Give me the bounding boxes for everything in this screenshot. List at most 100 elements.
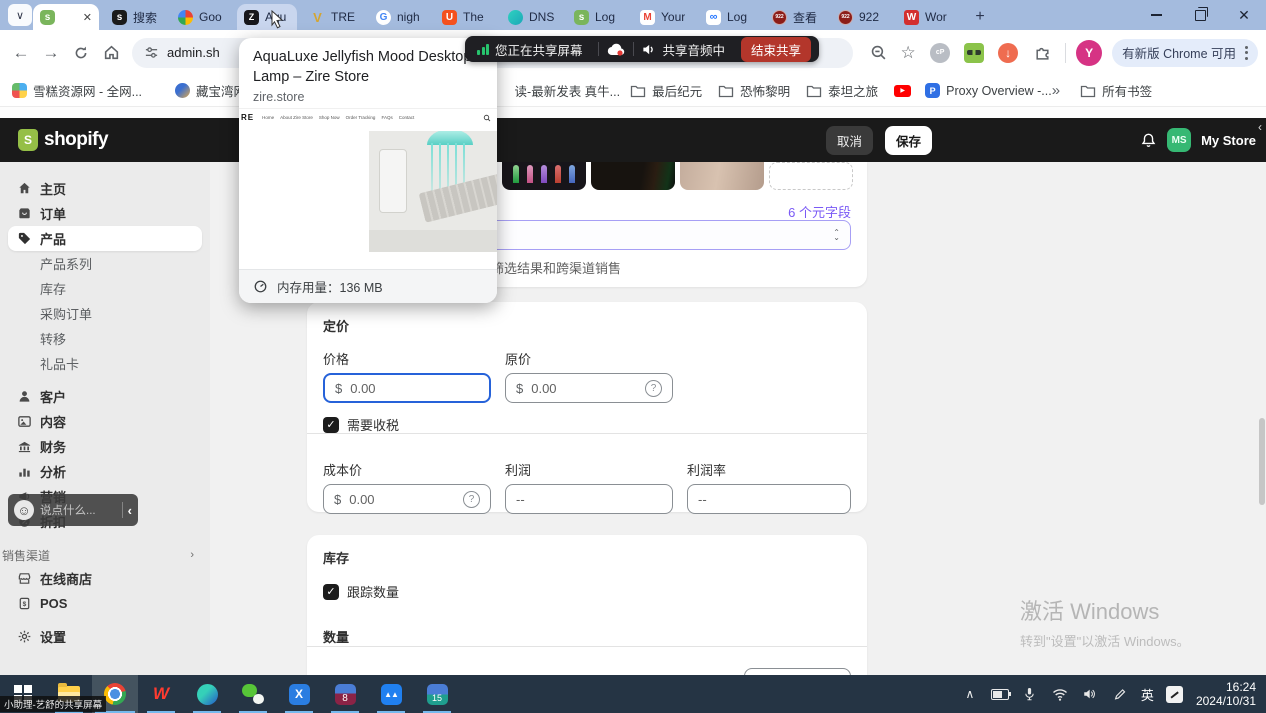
volume-icon[interactable]	[1081, 685, 1099, 703]
charge-tax-row[interactable]: ✓ 需要收税	[323, 415, 851, 434]
reload-button[interactable]	[66, 38, 96, 68]
track-quantity-row[interactable]: ✓ 跟踪数量	[323, 582, 851, 601]
sidebar-item-analytics[interactable]: 分析	[8, 459, 202, 484]
bookmark-folder-grim-dawn[interactable]: 恐怖黎明	[718, 81, 790, 100]
all-bookmarks-button[interactable]: 所有书签	[1080, 81, 1152, 100]
new-tab-button[interactable]: +	[967, 4, 993, 30]
bookmarks-overflow-button[interactable]: »	[1052, 82, 1060, 99]
tab-922-proxy[interactable]: 922	[831, 4, 891, 30]
product-media-thumbnail[interactable]	[591, 162, 675, 190]
bookmark-xuegao[interactable]: 雪糕资源网 - 全网...	[12, 81, 142, 100]
chrome-update-chip[interactable]: 有新版 Chrome 可用	[1112, 39, 1258, 67]
wifi-icon[interactable]	[1051, 685, 1069, 703]
tab-google[interactable]: Goo	[171, 4, 231, 30]
tab-close-icon[interactable]: ✕	[83, 11, 92, 24]
extension-cp[interactable]: cP	[927, 40, 953, 66]
sidebar-item-settings[interactable]: 设置	[8, 624, 202, 649]
zoom-out-button[interactable]	[863, 38, 893, 68]
sidebar-item-content[interactable]: 内容	[8, 409, 202, 434]
sales-channels-section[interactable]: 销售渠道 ›	[0, 544, 210, 566]
sidebar-item-orders[interactable]: 订单	[8, 201, 202, 226]
sidebar-item-online-store[interactable]: 在线商店	[8, 566, 202, 591]
margin-input[interactable]: --	[687, 484, 851, 514]
profile-avatar[interactable]: Y	[1076, 40, 1102, 66]
tab-night[interactable]: nigh	[369, 4, 429, 30]
help-icon[interactable]: ?	[645, 380, 662, 397]
notifications-bell-icon[interactable]	[1140, 132, 1157, 149]
cancel-button[interactable]: 取消	[826, 126, 873, 155]
taskbar-security-browser[interactable]	[184, 675, 230, 713]
help-icon[interactable]: ?	[463, 491, 480, 508]
sidebar-item-purchase-orders[interactable]: 采购订单	[0, 301, 210, 326]
bookmark-proxy-overview[interactable]: P Proxy Overview -...	[925, 83, 1052, 98]
battery-icon[interactable]	[991, 685, 1009, 703]
sidebar-item-home[interactable]: 主页	[8, 176, 202, 201]
tray-expand-chevron[interactable]: ∧	[961, 685, 979, 703]
sidebar-item-finance[interactable]: 财务	[8, 434, 202, 459]
stop-sharing-button[interactable]: 结束共享	[741, 37, 811, 62]
sidebar-item-customers[interactable]: 客户	[8, 384, 202, 409]
tab-922-view[interactable]: 查看	[765, 4, 825, 30]
sidebar-item-gift-cards[interactable]: 礼品卡	[0, 351, 210, 376]
taskbar-meeting[interactable]: ▲▲	[368, 675, 414, 713]
sidebar-item-pos[interactable]: $ POS	[8, 591, 202, 616]
sidebar-item-inventory[interactable]: 库存	[0, 276, 210, 301]
ime-language-indicator[interactable]: 英	[1141, 685, 1154, 704]
tab-word[interactable]: Wor	[897, 4, 957, 30]
bookmark-folder-titan-quest[interactable]: 泰坦之旅	[806, 81, 878, 100]
store-name[interactable]: My Store	[1201, 133, 1256, 148]
taskbar-x-app[interactable]: X	[276, 675, 322, 713]
tab-zire-aqualuxe[interactable]: Aqu	[237, 4, 297, 30]
extension-downloader[interactable]: ↓	[995, 40, 1021, 66]
product-media-thumbnail[interactable]	[502, 162, 586, 190]
tab-the[interactable]: The	[435, 4, 495, 30]
sidebar-item-products[interactable]: 产品	[8, 226, 202, 251]
checkbox-checked-icon[interactable]: ✓	[323, 584, 339, 600]
bookmark-star-button[interactable]: ☆	[893, 38, 923, 68]
microphone-icon[interactable]	[1021, 685, 1039, 703]
tab-active-shopify[interactable]: ✕	[33, 4, 99, 30]
profit-input[interactable]: --	[505, 484, 673, 514]
compare-price-input[interactable]: $ 0.00 ?	[505, 373, 673, 403]
quicker-icon[interactable]	[1166, 685, 1184, 703]
metafields-link[interactable]: 6 个元字段	[788, 202, 851, 221]
window-minimize-button[interactable]	[1134, 0, 1178, 30]
collapse-chevron-icon[interactable]: ‹	[1258, 120, 1262, 134]
home-button[interactable]	[96, 38, 126, 68]
price-input[interactable]: $ 0.00	[323, 373, 491, 403]
bookmark-folder-last-epoch[interactable]: 最后纪元	[630, 81, 702, 100]
forward-button[interactable]: →	[36, 38, 66, 68]
tab-logo-1[interactable]: Log	[567, 4, 627, 30]
sidebar-item-collections[interactable]: 产品系列	[0, 251, 210, 276]
taskbar-wechat[interactable]	[230, 675, 276, 713]
checkbox-checked-icon[interactable]: ✓	[323, 417, 339, 433]
tab-trendy[interactable]: TRE	[303, 4, 363, 30]
product-media-thumbnail[interactable]	[680, 162, 764, 190]
collapse-overlay-button[interactable]: ‹	[128, 503, 132, 518]
tab-dns[interactable]: DNS	[501, 4, 561, 30]
taskbar-clock[interactable]: 16:24 2024/10/31	[1196, 680, 1256, 708]
tab-search-dropdown-button[interactable]: ∨	[8, 4, 32, 26]
back-button[interactable]: ←	[6, 38, 36, 68]
store-avatar[interactable]: MS	[1167, 128, 1191, 152]
taskbar-calendar-15[interactable]: 15	[414, 675, 460, 713]
window-restore-button[interactable]	[1178, 0, 1222, 30]
page-scrollbar[interactable]	[1259, 418, 1265, 505]
browser-menu-icon[interactable]	[1245, 46, 1248, 60]
bookmark-du-zhenniu[interactable]: 读-最新发表 真牛...	[509, 81, 621, 100]
tab-logo-2[interactable]: Log	[699, 4, 759, 30]
quantity-input[interactable]: 0	[744, 668, 851, 675]
sidebar-item-transfers[interactable]: 转移	[0, 326, 210, 351]
save-button[interactable]: 保存	[885, 126, 932, 155]
window-close-button[interactable]: ✕	[1222, 0, 1266, 30]
extension-adblock[interactable]	[961, 40, 987, 66]
cost-input[interactable]: $ 0.00 ?	[323, 484, 491, 514]
add-media-placeholder[interactable]	[769, 162, 853, 190]
taskbar-wps[interactable]: W	[138, 675, 184, 713]
pen-icon[interactable]	[1111, 685, 1129, 703]
chat-input[interactable]: 说点什么...	[40, 502, 117, 518]
taskbar-calendar-8[interactable]: 8	[322, 675, 368, 713]
shopify-logo[interactable]: shopify	[18, 129, 108, 151]
extensions-menu-button[interactable]	[1029, 40, 1055, 66]
tab-gmail[interactable]: Your	[633, 4, 693, 30]
